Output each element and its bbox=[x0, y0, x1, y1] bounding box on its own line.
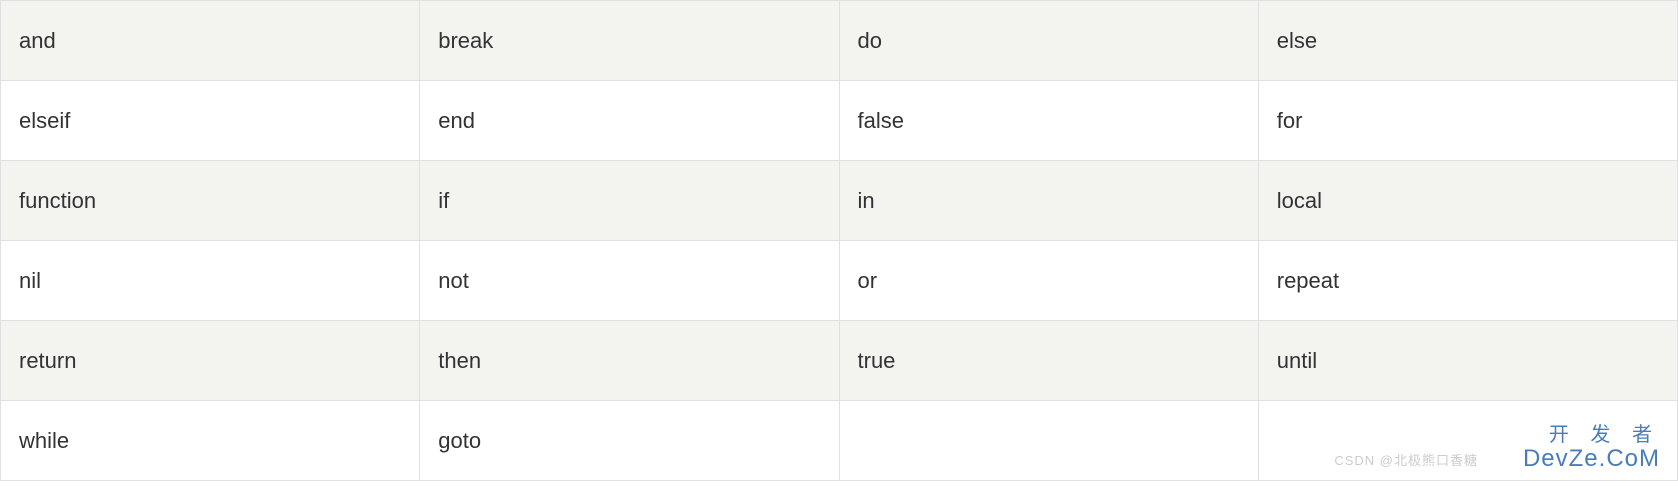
keyword-cell: in bbox=[839, 161, 1258, 241]
keyword-cell: goto bbox=[420, 401, 839, 481]
table-row: nil not or repeat bbox=[1, 241, 1678, 321]
keyword-cell: and bbox=[1, 1, 420, 81]
keyword-cell: return bbox=[1, 321, 420, 401]
keyword-cell: elseif bbox=[1, 81, 420, 161]
keyword-cell: nil bbox=[1, 241, 420, 321]
keyword-cell: local bbox=[1258, 161, 1677, 241]
keyword-cell bbox=[839, 401, 1258, 481]
keyword-cell: for bbox=[1258, 81, 1677, 161]
keyword-cell: end bbox=[420, 81, 839, 161]
table-row: and break do else bbox=[1, 1, 1678, 81]
keyword-cell: else bbox=[1258, 1, 1677, 81]
keyword-cell: then bbox=[420, 321, 839, 401]
keyword-cell: repeat bbox=[1258, 241, 1677, 321]
keyword-cell: do bbox=[839, 1, 1258, 81]
watermark-csdn: CSDN @北极熊口香糖 bbox=[1334, 450, 1478, 469]
table-row: elseif end false for bbox=[1, 81, 1678, 161]
keyword-cell: break bbox=[420, 1, 839, 81]
keyword-cell: while bbox=[1, 401, 420, 481]
keyword-cell: not bbox=[420, 241, 839, 321]
table-row: return then true until bbox=[1, 321, 1678, 401]
keyword-cell: function bbox=[1, 161, 420, 241]
keyword-cell: if bbox=[420, 161, 839, 241]
keyword-cell: or bbox=[839, 241, 1258, 321]
keyword-table: and break do else elseif end false for f… bbox=[0, 0, 1678, 481]
keyword-cell: true bbox=[839, 321, 1258, 401]
keyword-cell: until bbox=[1258, 321, 1677, 401]
keyword-cell: false bbox=[839, 81, 1258, 161]
keyword-table-body: and break do else elseif end false for f… bbox=[1, 1, 1678, 481]
table-row: function if in local bbox=[1, 161, 1678, 241]
